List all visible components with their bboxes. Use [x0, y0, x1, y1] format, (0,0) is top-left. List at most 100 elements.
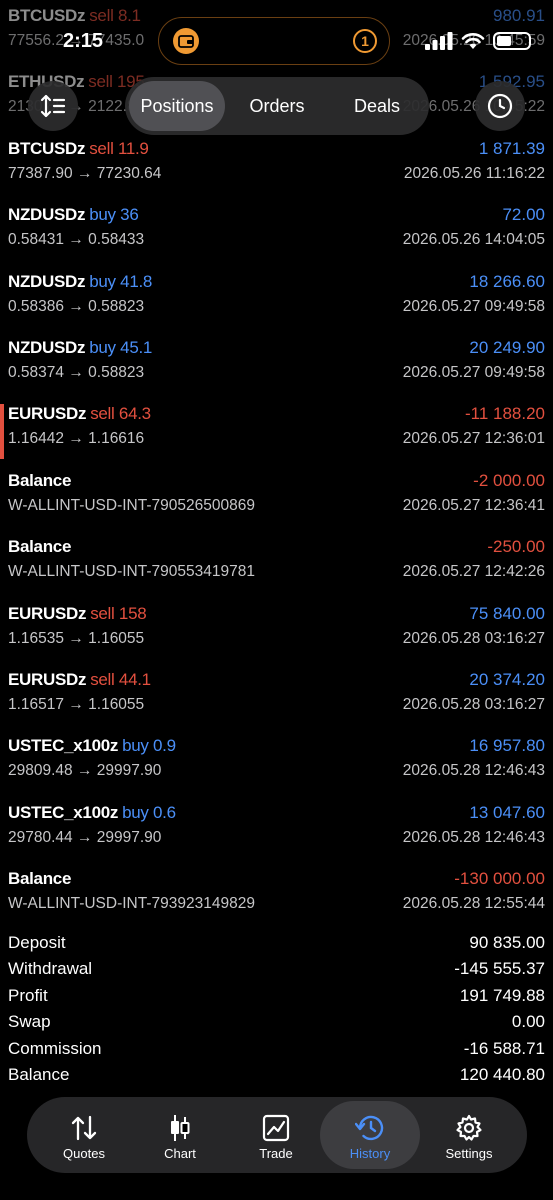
deal-time: 2026.05.26 11:16:22: [403, 164, 545, 182]
deal-symbol: USTEC_x100z buy 0.9: [8, 736, 176, 756]
summary-label: Commission: [8, 1038, 102, 1058]
deal-symbol: Balance: [8, 537, 71, 557]
deal-profit: 20 374.20: [469, 670, 545, 689]
symbol-name: Balance: [8, 869, 72, 889]
deal-row[interactable]: BTCUSDz sell 11.9 1 871.39 77387.90 → 772…: [0, 133, 553, 199]
deal-profit: 16 957.80: [469, 736, 545, 756]
deal-time: 2026.05.27 09:49:58: [402, 297, 545, 315]
deal-row[interactable]: BTCUSDz sell 8.1 980.91 77556.2 → 77435.0…: [0, 0, 553, 66]
summary-label: Swap: [8, 1012, 51, 1032]
tab-chart[interactable]: Chart: [130, 1101, 230, 1169]
deal-prices: W-ALLINT-USD-INT-790553419781: [8, 563, 255, 581]
deal-prices: 0.58386 → 0.58823: [8, 297, 145, 315]
tab-positions[interactable]: Positions: [129, 81, 225, 131]
deal-side-volume: buy 0.6: [122, 802, 176, 822]
summary-profit: Profit 191 749.88: [0, 984, 553, 1010]
deal-symbol: Balance: [8, 471, 71, 491]
deal-time: 2026.05.28 12:46:43: [402, 828, 545, 846]
deal-row[interactable]: NZDUSDz buy 36 72.00 0.58431 → 0.58433 20…: [0, 199, 553, 265]
deal-symbol: ETHUSDzsell 195: [8, 72, 145, 92]
tab-quotes[interactable]: Quotes: [34, 1101, 134, 1169]
deal-symbol: EURUSDz sell 44.1: [8, 670, 151, 690]
deal-time: 2026.05.28 12:46:43: [402, 762, 545, 780]
tab-label: Trade: [259, 1146, 293, 1161]
period-button[interactable]: [475, 81, 525, 131]
deal-time: 2026.05.26 10:45:59: [402, 32, 545, 49]
deal-symbol: EURUSDz sell 158: [8, 603, 147, 624]
symbol-name: EURUSDz: [8, 404, 87, 424]
deal-row[interactable]: EURUSDz sell 158 75 840.00 1.16535 → 1.16…: [0, 598, 553, 664]
gear-icon: [456, 1114, 482, 1141]
deal-prices: W-ALLINT-USD-INT-790526500869: [8, 496, 255, 514]
deal-row[interactable]: EURUSDz sell 64.3 -11 188.20 1.16442 → 1.…: [0, 398, 553, 464]
deal-row[interactable]: Balance -250.00 W-ALLINT-USD-INT-7905534…: [0, 531, 553, 597]
deal-profit: -11 188.20: [464, 404, 545, 424]
candlestick-icon: [171, 1115, 190, 1141]
deal-time: 2026.05.27 12:36:41: [402, 496, 545, 514]
tab-trade[interactable]: Trade: [226, 1101, 326, 1169]
deal-symbol: BTCUSDz sell 8.1: [8, 6, 141, 26]
tab-label: Chart: [164, 1146, 196, 1161]
deal-time: 2026.05.27 12:36:01: [402, 430, 545, 448]
tab-settings[interactable]: Settings: [419, 1101, 519, 1169]
deal-row[interactable]: USTEC_x100z buy 0.9 16 957.80 29809.48 → …: [0, 730, 553, 796]
symbol-name: BTCUSDz: [8, 138, 86, 158]
symbol-name: BTCUSDz: [8, 6, 86, 25]
deal-time: 2026.05.27 09:49:58: [402, 364, 545, 381]
deal-profit: 75 840.00: [469, 603, 545, 623]
tab-orders[interactable]: Orders: [229, 81, 325, 131]
symbol-name: NZDUSDz: [8, 338, 86, 357]
deal-side-volume: sell 44.1: [90, 670, 151, 689]
deal-side-volume: sell 8.1: [89, 6, 141, 25]
history-summary: Deposit 90 835.00 Withdrawal -145 555.37 P…: [0, 931, 553, 1089]
deal-side-volume: buy 0.9: [122, 736, 176, 756]
deal-row[interactable]: Balance -2 000.00 W-ALLINT-USD-INT-79052…: [0, 465, 553, 531]
deal-side-volume: buy 41.8: [89, 271, 153, 291]
symbol-name: NZDUSDz: [8, 205, 86, 225]
summary-label: Profit: [8, 985, 48, 1005]
deal-prices: 0.58431 → 0.58433: [8, 231, 145, 249]
history-clock-icon: [355, 1115, 384, 1141]
symbol-name: USTEC_x100z: [8, 802, 119, 822]
deal-prices: 1.16517 → 1.16055: [8, 696, 145, 713]
deal-time: 2026.05.28 03:16:27: [402, 629, 545, 647]
tab-deals[interactable]: Deals: [329, 81, 425, 131]
deal-prices: 77556.2 → 77435.0: [8, 32, 145, 49]
deal-row[interactable]: Balance -130 000.00 W-ALLINT-USD-INT-793…: [0, 863, 553, 929]
summary-value: 90 835.00: [469, 933, 545, 952]
deal-prices: 1.16442 → 1.16616: [8, 430, 145, 448]
deal-row[interactable]: NZDUSDz buy 45.1 20 249.90 0.58374 → 0.58…: [0, 332, 553, 398]
deal-prices: 29780.44 → 29997.90: [8, 828, 162, 846]
tab-label: Settings: [445, 1146, 493, 1161]
summary-deposit: Deposit 90 835.00: [0, 931, 553, 957]
summary-value: 191 749.88: [459, 985, 545, 1005]
deal-profit: 980.91: [493, 6, 545, 25]
deal-row[interactable]: NZDUSDz buy 41.8 18 266.60 0.58386 → 0.58…: [0, 266, 553, 332]
deal-time: 2026.05.28 12:55:44: [402, 895, 545, 913]
tab-history[interactable]: History: [320, 1101, 420, 1169]
symbol-name: NZDUSDz: [8, 271, 86, 291]
view-segmented-control: Positions Orders Deals: [125, 77, 429, 135]
summary-balance: Balance 120 440.80: [0, 1063, 553, 1089]
deal-symbol: BTCUSDz sell 11.9: [8, 139, 149, 159]
sort-icon: [40, 94, 66, 118]
tab-label: Quotes: [63, 1146, 105, 1161]
deal-row[interactable]: EURUSDz sell 44.1 20 374.20 1.16517 → 1.1…: [0, 664, 553, 730]
tab-label: History: [349, 1146, 391, 1161]
deal-symbol: NZDUSDz buy 45.1: [8, 338, 152, 358]
symbol-name: Balance: [8, 537, 72, 557]
sort-button[interactable]: [28, 81, 78, 131]
summary-value: -16 588.71: [463, 1038, 545, 1058]
symbol-name: EURUSDz: [8, 603, 87, 623]
summary-commission: Commission -16 588.71: [0, 1037, 553, 1063]
deal-row[interactable]: USTEC_x100z buy 0.6 13 047.60 29780.44 → …: [0, 797, 553, 863]
trade-chart-icon: [262, 1114, 290, 1142]
deal-side-volume: sell 158: [90, 603, 147, 623]
deal-profit: -2 000.00: [473, 470, 545, 490]
deal-profit: -130 000.00: [454, 869, 545, 889]
deal-prices: 29809.48 → 29997.90: [8, 762, 162, 780]
deal-symbol: NZDUSDz buy 36: [8, 205, 139, 225]
bottom-tab-bar: Quotes Chart Trade History Settings: [27, 1097, 527, 1173]
deal-profit: 13 047.60: [469, 802, 545, 822]
deal-time: 2026.05.27 12:42:26: [402, 563, 545, 581]
